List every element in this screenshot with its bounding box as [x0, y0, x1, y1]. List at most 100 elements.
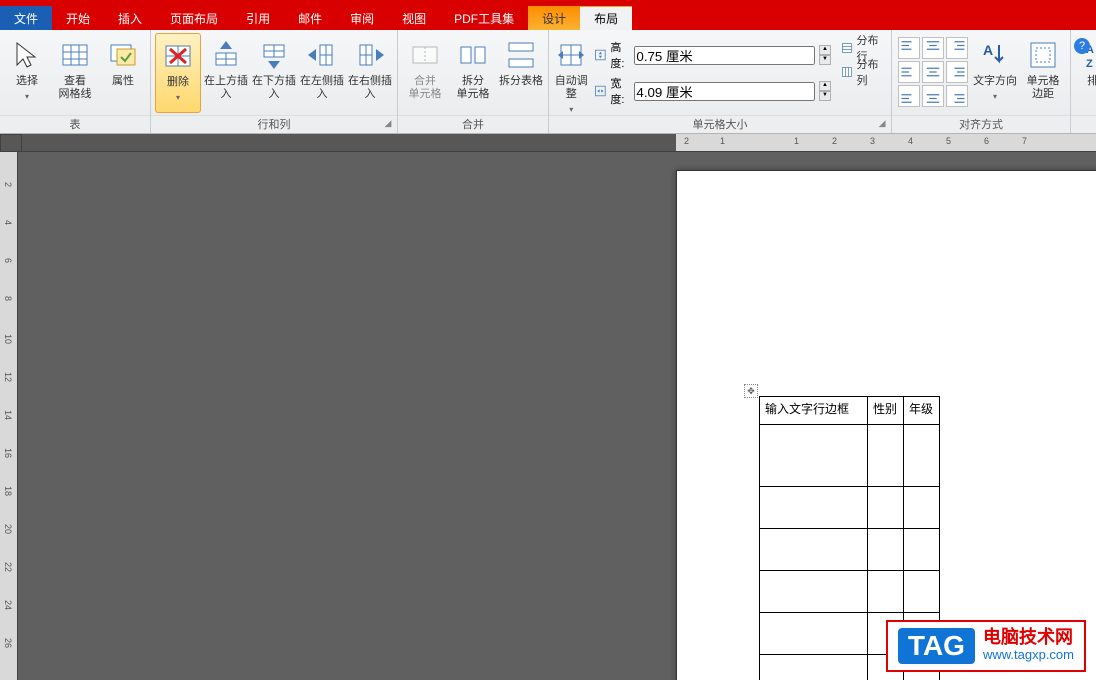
- distribute-cols-button[interactable]: 分布列: [837, 61, 885, 83]
- width-label: 宽度:: [610, 75, 630, 107]
- table-row: 输入文字行边框 性别 年级: [760, 397, 940, 425]
- align-bottom-right[interactable]: [946, 85, 968, 107]
- tab-review[interactable]: 审阅: [336, 6, 388, 30]
- watermark-title: 电脑技术网: [983, 628, 1074, 646]
- table-cell[interactable]: [760, 571, 868, 613]
- insert-above-button[interactable]: 在上方插入: [203, 33, 249, 113]
- table-cell[interactable]: [868, 487, 904, 529]
- tab-references[interactable]: 引用: [232, 6, 284, 30]
- table-cell[interactable]: [760, 529, 868, 571]
- dropdown-icon: ▾: [25, 92, 29, 101]
- align-bottom-center[interactable]: [922, 85, 944, 107]
- tab-mailings[interactable]: 邮件: [284, 6, 336, 30]
- launcher-icon[interactable]: ◢: [382, 118, 394, 130]
- vertical-ruler[interactable]: 2 4 6 8 10 12 14 16 18 20 22 24 26: [0, 152, 18, 680]
- tab-strip: 文件 开始 插入 页面布局 引用 邮件 审阅 视图 PDF工具集 设计 布局: [0, 6, 1096, 30]
- split-table-button[interactable]: 拆分表格: [498, 33, 544, 113]
- document-area[interactable]: ✥ 输入文字行边框 性别 年级: [18, 152, 1096, 680]
- align-bottom-left[interactable]: [898, 85, 920, 107]
- width-input[interactable]: [634, 82, 815, 101]
- tab-design[interactable]: 设计: [528, 6, 580, 30]
- height-icon: [594, 47, 607, 63]
- table-cell[interactable]: [868, 425, 904, 487]
- align-top-right[interactable]: [946, 37, 968, 59]
- cell-margins-icon: [1027, 39, 1059, 71]
- group-merge: 合并 单元格 拆分 单元格 拆分表格 合并: [398, 30, 549, 133]
- table-cell[interactable]: [868, 571, 904, 613]
- delete-icon: [162, 40, 194, 72]
- tab-insert[interactable]: 插入: [104, 6, 156, 30]
- watermark-url: www.tagxp.com: [983, 646, 1074, 664]
- table-cell[interactable]: [760, 425, 868, 487]
- tab-layout[interactable]: 布局: [580, 6, 632, 30]
- spin-down[interactable]: ▼: [819, 55, 830, 65]
- table-cell[interactable]: [904, 487, 940, 529]
- table-cell[interactable]: 年级: [904, 397, 940, 425]
- align-top-left[interactable]: [898, 37, 920, 59]
- group-table: 选择 ▾ 查看 网格线 属性 表: [0, 30, 151, 133]
- insert-right-icon: [354, 39, 386, 71]
- group-rows-cols: 删除 ▾ 在上方插入 在下方插入 在左侧插入 在右侧插入 行和列 ◢: [151, 30, 398, 133]
- table-cell[interactable]: [904, 571, 940, 613]
- watermark-tag: TAG: [898, 628, 975, 664]
- dropdown-icon: ▾: [993, 92, 997, 101]
- autofit-icon: [555, 39, 587, 71]
- align-middle-right[interactable]: [946, 61, 968, 83]
- split-cells-icon: [457, 39, 489, 71]
- align-top-center[interactable]: [922, 37, 944, 59]
- spin-up[interactable]: ▲: [819, 45, 830, 55]
- group-cell-size-label: 单元格大小: [693, 119, 748, 131]
- autofit-button[interactable]: 自动调整 ▾: [553, 33, 590, 113]
- spin-up[interactable]: ▲: [819, 81, 830, 91]
- group-merge-label: 合并: [462, 119, 484, 131]
- tab-page-layout[interactable]: 页面布局: [156, 6, 232, 30]
- horizontal-ruler[interactable]: 2 1 1 2 3 4 5 6 7: [22, 134, 1096, 152]
- table-row: [760, 571, 940, 613]
- insert-below-button[interactable]: 在下方插入: [251, 33, 297, 113]
- tab-view[interactable]: 视图: [388, 6, 440, 30]
- table-cell[interactable]: 性别: [868, 397, 904, 425]
- dropdown-icon: ▾: [569, 105, 573, 114]
- table-anchor-icon[interactable]: ✥: [744, 384, 758, 398]
- svg-text:Z: Z: [1086, 58, 1093, 70]
- align-middle-left[interactable]: [898, 61, 920, 83]
- table-cell[interactable]: [760, 613, 868, 655]
- merge-cells-button[interactable]: 合并 单元格: [402, 33, 448, 113]
- ruler-corner: [0, 134, 22, 152]
- table-row: [760, 425, 940, 487]
- distribute-rows-icon: [841, 40, 853, 56]
- insert-left-button[interactable]: 在左侧插入: [299, 33, 345, 113]
- alignment-grid: [896, 33, 970, 111]
- merge-icon: [409, 39, 441, 71]
- launcher-icon[interactable]: ◢: [876, 118, 888, 130]
- tab-file[interactable]: 文件: [0, 6, 52, 30]
- table-cell[interactable]: [760, 655, 868, 680]
- table-cell[interactable]: [868, 529, 904, 571]
- group-alignment-label: 对齐方式: [959, 119, 1003, 131]
- insert-below-icon: [258, 39, 290, 71]
- split-cells-button[interactable]: 拆分 单元格: [450, 33, 496, 113]
- align-middle-center[interactable]: [922, 61, 944, 83]
- insert-right-button[interactable]: 在右侧插入: [347, 33, 393, 113]
- properties-button[interactable]: 属性: [100, 33, 146, 113]
- spin-down[interactable]: ▼: [819, 91, 830, 101]
- select-button[interactable]: 选择 ▾: [4, 33, 50, 113]
- text-direction-button[interactable]: A 文字方向 ▾: [972, 33, 1018, 113]
- height-input[interactable]: [634, 46, 815, 65]
- delete-button[interactable]: 删除 ▾: [155, 33, 201, 113]
- table-cell[interactable]: [904, 529, 940, 571]
- help-icon[interactable]: ?: [1074, 38, 1090, 54]
- cell-margins-button[interactable]: 单元格 边距: [1020, 33, 1066, 113]
- insert-above-icon: [210, 39, 242, 71]
- tab-pdf-tools[interactable]: PDF工具集: [440, 6, 528, 30]
- group-cell-size: 自动调整 ▾ 高度: ▲▼ 宽度: ▲▼: [549, 30, 892, 133]
- group-rows-cols-label: 行和列: [258, 119, 291, 131]
- tab-home[interactable]: 开始: [52, 6, 104, 30]
- table-cell[interactable]: [760, 487, 868, 529]
- group-table-label: 表: [70, 119, 81, 131]
- split-table-icon: [505, 39, 537, 71]
- table-cell[interactable]: 输入文字行边框: [760, 397, 868, 425]
- width-icon: [594, 83, 607, 99]
- table-cell[interactable]: [904, 425, 940, 487]
- view-gridlines-button[interactable]: 查看 网格线: [52, 33, 98, 113]
